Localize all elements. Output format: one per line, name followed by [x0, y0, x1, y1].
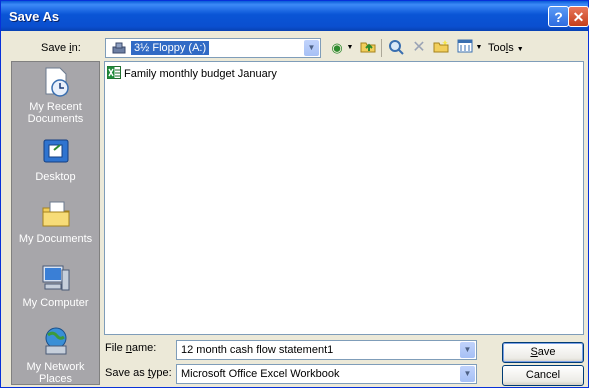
network-places-icon [45, 327, 66, 355]
floppy-drive-icon [112, 42, 126, 54]
save-as-type-label: Save as type: [105, 367, 172, 379]
my-documents-icon [42, 201, 69, 227]
file-name-label: File name: [105, 342, 157, 354]
file-list[interactable]: Family monthly budget January [104, 61, 584, 335]
save-button[interactable]: Save [502, 342, 584, 363]
up-one-level-icon[interactable] [359, 39, 377, 57]
dialog-title: Save As [9, 9, 60, 24]
save-in-dropdown[interactable]: 3½ Floppy (A:) ▼ [105, 38, 321, 58]
back-icon[interactable]: ◉ [329, 39, 345, 57]
delete-icon[interactable]: ✕ [410, 39, 428, 57]
file-name-value: 12 month cash flow statement1 [181, 344, 334, 356]
save-as-type-dropdown[interactable]: Microsoft Office Excel Workbook ▼ [176, 364, 477, 384]
chevron-down-icon[interactable]: ▼ [304, 40, 319, 56]
chevron-down-icon[interactable]: ▼ [460, 366, 475, 382]
save-in-value: 3½ Floppy (A:) [131, 41, 210, 55]
file-name-input[interactable]: 12 month cash flow statement1 ▼ [176, 340, 477, 360]
toolbar-separator [381, 39, 382, 57]
my-computer-icon [42, 265, 69, 291]
place-my-network-places[interactable]: My Network Places [12, 326, 99, 385]
chevron-down-icon[interactable]: ▼ [460, 342, 475, 358]
place-label: My Documents [18, 233, 93, 245]
place-my-computer[interactable]: My Computer [12, 262, 99, 309]
save-in-label: Save in: [41, 42, 81, 54]
save-as-dialog: Save As ? ✕ Save in: 3½ Floppy (A:) ▼ ◉ … [0, 0, 589, 388]
place-label: My Computer [22, 297, 89, 309]
tools-menu-button[interactable]: Tools ▼ [488, 39, 538, 57]
place-my-recent-documents[interactable]: My Recent Documents [12, 66, 99, 125]
place-label: My Network [26, 361, 85, 373]
list-item[interactable]: Family monthly budget January [107, 66, 277, 80]
search-web-icon[interactable] [387, 39, 405, 57]
help-icon[interactable]: ? [548, 6, 569, 27]
excel-file-icon [107, 66, 121, 79]
views-dropdown-icon[interactable]: ▼ [475, 39, 483, 57]
recent-documents-icon [45, 67, 69, 97]
place-label: Places [38, 373, 73, 385]
desktop-icon [43, 139, 68, 163]
place-label: Documents [27, 113, 84, 125]
place-desktop[interactable]: Desktop [12, 136, 99, 183]
title-bar[interactable]: Save As ? ✕ [1, 1, 589, 31]
views-icon[interactable] [456, 39, 474, 57]
place-label: Desktop [35, 171, 76, 183]
places-bar: My Recent Documents Desktop My Documents [11, 61, 100, 385]
place-my-documents[interactable]: My Documents [12, 198, 99, 245]
new-folder-icon[interactable] [432, 39, 450, 57]
close-icon[interactable]: ✕ [568, 6, 589, 27]
save-as-type-value: Microsoft Office Excel Workbook [181, 368, 340, 380]
chevron-down-icon: ▼ [516, 46, 524, 53]
cancel-button[interactable]: Cancel [502, 365, 584, 386]
place-label: My Recent [29, 101, 82, 113]
file-name-text: Family monthly budget January [124, 68, 277, 80]
back-dropdown-icon[interactable]: ▼ [346, 39, 354, 57]
